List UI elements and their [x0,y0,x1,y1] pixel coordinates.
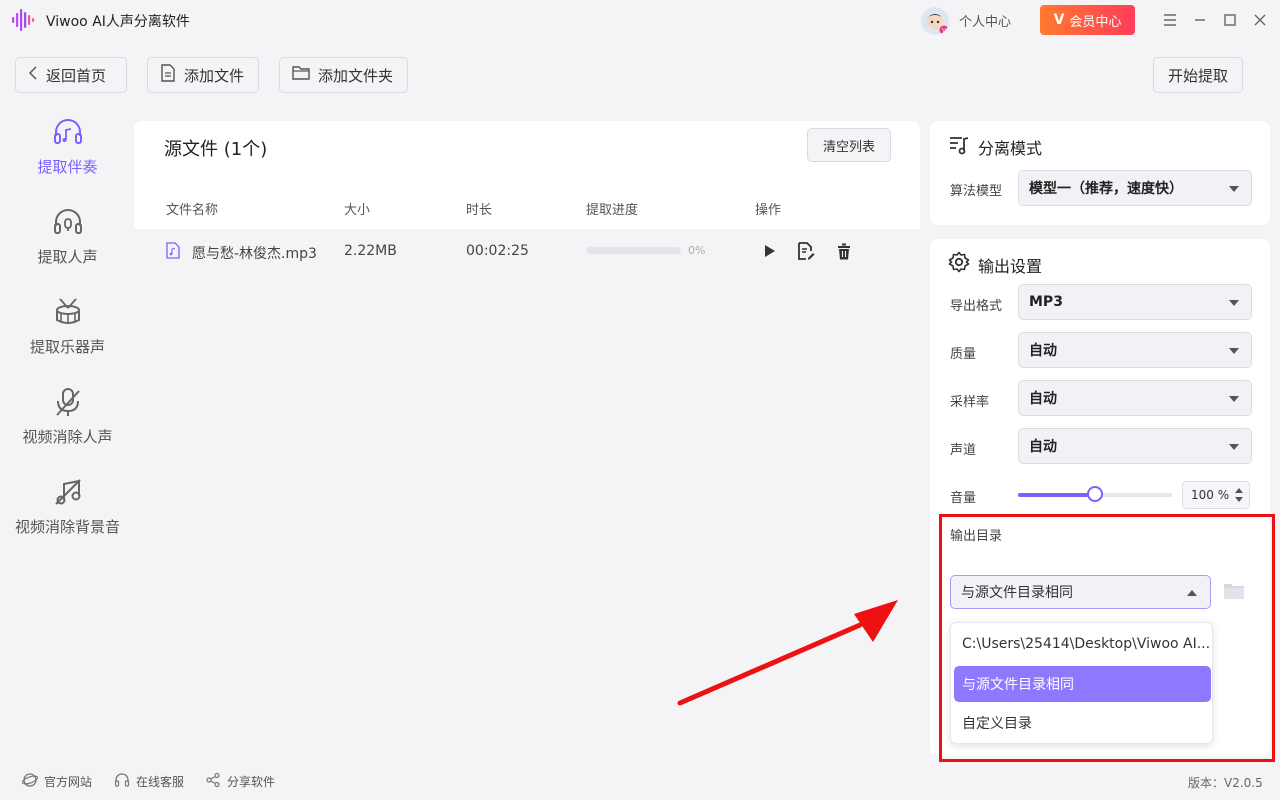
share-icon [205,772,221,791]
sidebar-item-extract-vocals[interactable]: 提取人声 [0,206,135,286]
official-site-link[interactable]: 官方网站 [21,772,93,791]
column-header-size: 大小 [344,203,371,218]
music-off-icon [52,476,84,508]
sidebar-item-label: 视频消除背景音 [14,518,120,536]
avatar[interactable]: V [921,7,949,35]
caret-down-icon [1229,186,1239,192]
samplerate-label: 采样率 [950,395,990,410]
sidebar-item-label: 提取伴奏 [37,158,98,176]
mic-off-icon [52,386,84,418]
sidebar-item-label: 提取乐器声 [29,338,105,356]
source-files-title: 源文件 (1个) [164,139,268,160]
back-home-button[interactable]: 返回首页 [15,57,127,93]
column-header-actions: 操作 [755,203,782,218]
chevron-left-icon [28,66,38,84]
file-name: 愿与愁-林俊杰.mp3 [192,246,317,262]
file-duration: 00:02:25 [466,243,529,259]
sidebar-item-label: 提取人声 [37,248,98,266]
add-file-button[interactable]: 添加文件 [147,57,259,93]
headset-icon [114,772,130,791]
volume-slider-fill [1018,493,1095,497]
music-list-icon [948,134,970,156]
volume-stepper[interactable]: 100 % [1182,481,1250,509]
clear-list-button[interactable]: 清空列表 [807,128,891,162]
channel-value: 自动 [1029,439,1057,455]
samplerate-value: 自动 [1029,391,1057,407]
minimize-icon[interactable] [1188,8,1212,32]
globe-icon [21,772,39,791]
model-select[interactable]: 模型一（推荐，速度快） [1018,170,1252,206]
app-title: Viwoo AI人声分离软件 [46,14,190,30]
menu-icon[interactable] [1158,8,1182,32]
volume-label: 音量 [950,491,977,506]
sidebar-item-extract-accompaniment[interactable]: 提取伴奏 [0,116,135,196]
start-extract-label: 开始提取 [1167,66,1228,85]
delete-icon[interactable] [834,241,854,261]
title-bar: Viwoo AI人声分离软件 V 个人中心 V 会员中心 [0,0,1280,40]
quality-label: 质量 [950,347,977,362]
drum-icon [52,296,84,328]
caret-down-icon [1229,300,1239,306]
column-header-name: 文件名称 [166,203,219,218]
add-file-label: 添加文件 [184,66,245,85]
separation-mode-title: 分离模式 [978,139,1043,158]
share-software-label: 分享软件 [227,775,276,789]
column-header-progress: 提取进度 [586,203,639,218]
version-label: 版本：V2.0.5 [1188,776,1263,790]
play-icon[interactable] [760,241,780,261]
channel-label: 声道 [950,443,977,458]
vip-label: 会员中心 [1069,14,1122,30]
caret-down-icon [1229,348,1239,354]
file-list-header: 源文件 (1个) 清空列表 文件名称 大小 时长 提取进度 操作 [134,121,920,229]
start-extract-button[interactable]: 开始提取 [1153,57,1243,93]
add-folder-label: 添加文件夹 [318,66,394,85]
model-value: 模型一（推荐，速度快） [1029,181,1183,197]
stepper-arrows-icon[interactable] [1235,486,1243,507]
headphones-music-icon [52,116,84,148]
quality-value: 自动 [1029,343,1057,359]
column-header-duration: 时长 [466,203,493,218]
official-site-label: 官方网站 [44,775,93,789]
file-size: 2.22MB [344,243,397,259]
vip-center-button[interactable]: V 会员中心 [1040,5,1135,35]
output-settings-title: 输出设置 [978,257,1043,276]
volume-slider-handle[interactable] [1087,486,1103,502]
edit-file-icon[interactable] [796,241,816,261]
online-support-label: 在线客服 [136,775,185,789]
user-center-link[interactable]: 个人中心 [959,11,1011,30]
app-logo-icon [10,6,38,34]
gear-icon [948,251,970,273]
headphones-mic-icon [52,206,84,238]
table-row[interactable]: 愿与愁-林俊杰.mp3 2.22MB 00:02:25 0% [134,229,920,273]
samplerate-select[interactable]: 自动 [1018,380,1252,416]
annotation-arrow-icon [677,600,898,706]
maximize-icon[interactable] [1218,8,1242,32]
sidebar-item-video-remove-vocals[interactable]: 视频消除人声 [0,386,135,466]
volume-value: 100 % [1191,488,1230,502]
format-value: MP3 [1029,294,1063,310]
annotation-highlight-box [939,514,1275,762]
quality-select[interactable]: 自动 [1018,332,1252,368]
sidebar-item-label: 视频消除人声 [22,428,113,446]
caret-down-icon [1229,396,1239,402]
progress-bar [586,247,681,254]
add-folder-button[interactable]: 添加文件夹 [279,57,408,93]
format-select[interactable]: MP3 [1018,284,1252,320]
folder-icon [292,65,310,85]
close-icon[interactable] [1248,8,1272,32]
audio-file-icon [166,242,180,263]
vip-badge-icon: V [1053,12,1065,28]
sidebar-item-video-remove-bgm[interactable]: 视频消除背景音 [0,476,135,556]
share-software-link[interactable]: 分享软件 [205,772,275,791]
channel-select[interactable]: 自动 [1018,428,1252,464]
format-label: 导出格式 [950,299,1003,314]
back-home-label: 返回首页 [46,66,107,85]
separation-mode-panel: 分离模式 算法模型 模型一（推荐，速度快） [930,121,1270,225]
online-support-link[interactable]: 在线客服 [114,772,184,791]
caret-down-icon [1229,444,1239,450]
file-icon [160,64,176,86]
sidebar-item-extract-instruments[interactable]: 提取乐器声 [0,296,135,376]
model-label: 算法模型 [950,184,1003,199]
progress-percent: 0% [688,244,706,257]
